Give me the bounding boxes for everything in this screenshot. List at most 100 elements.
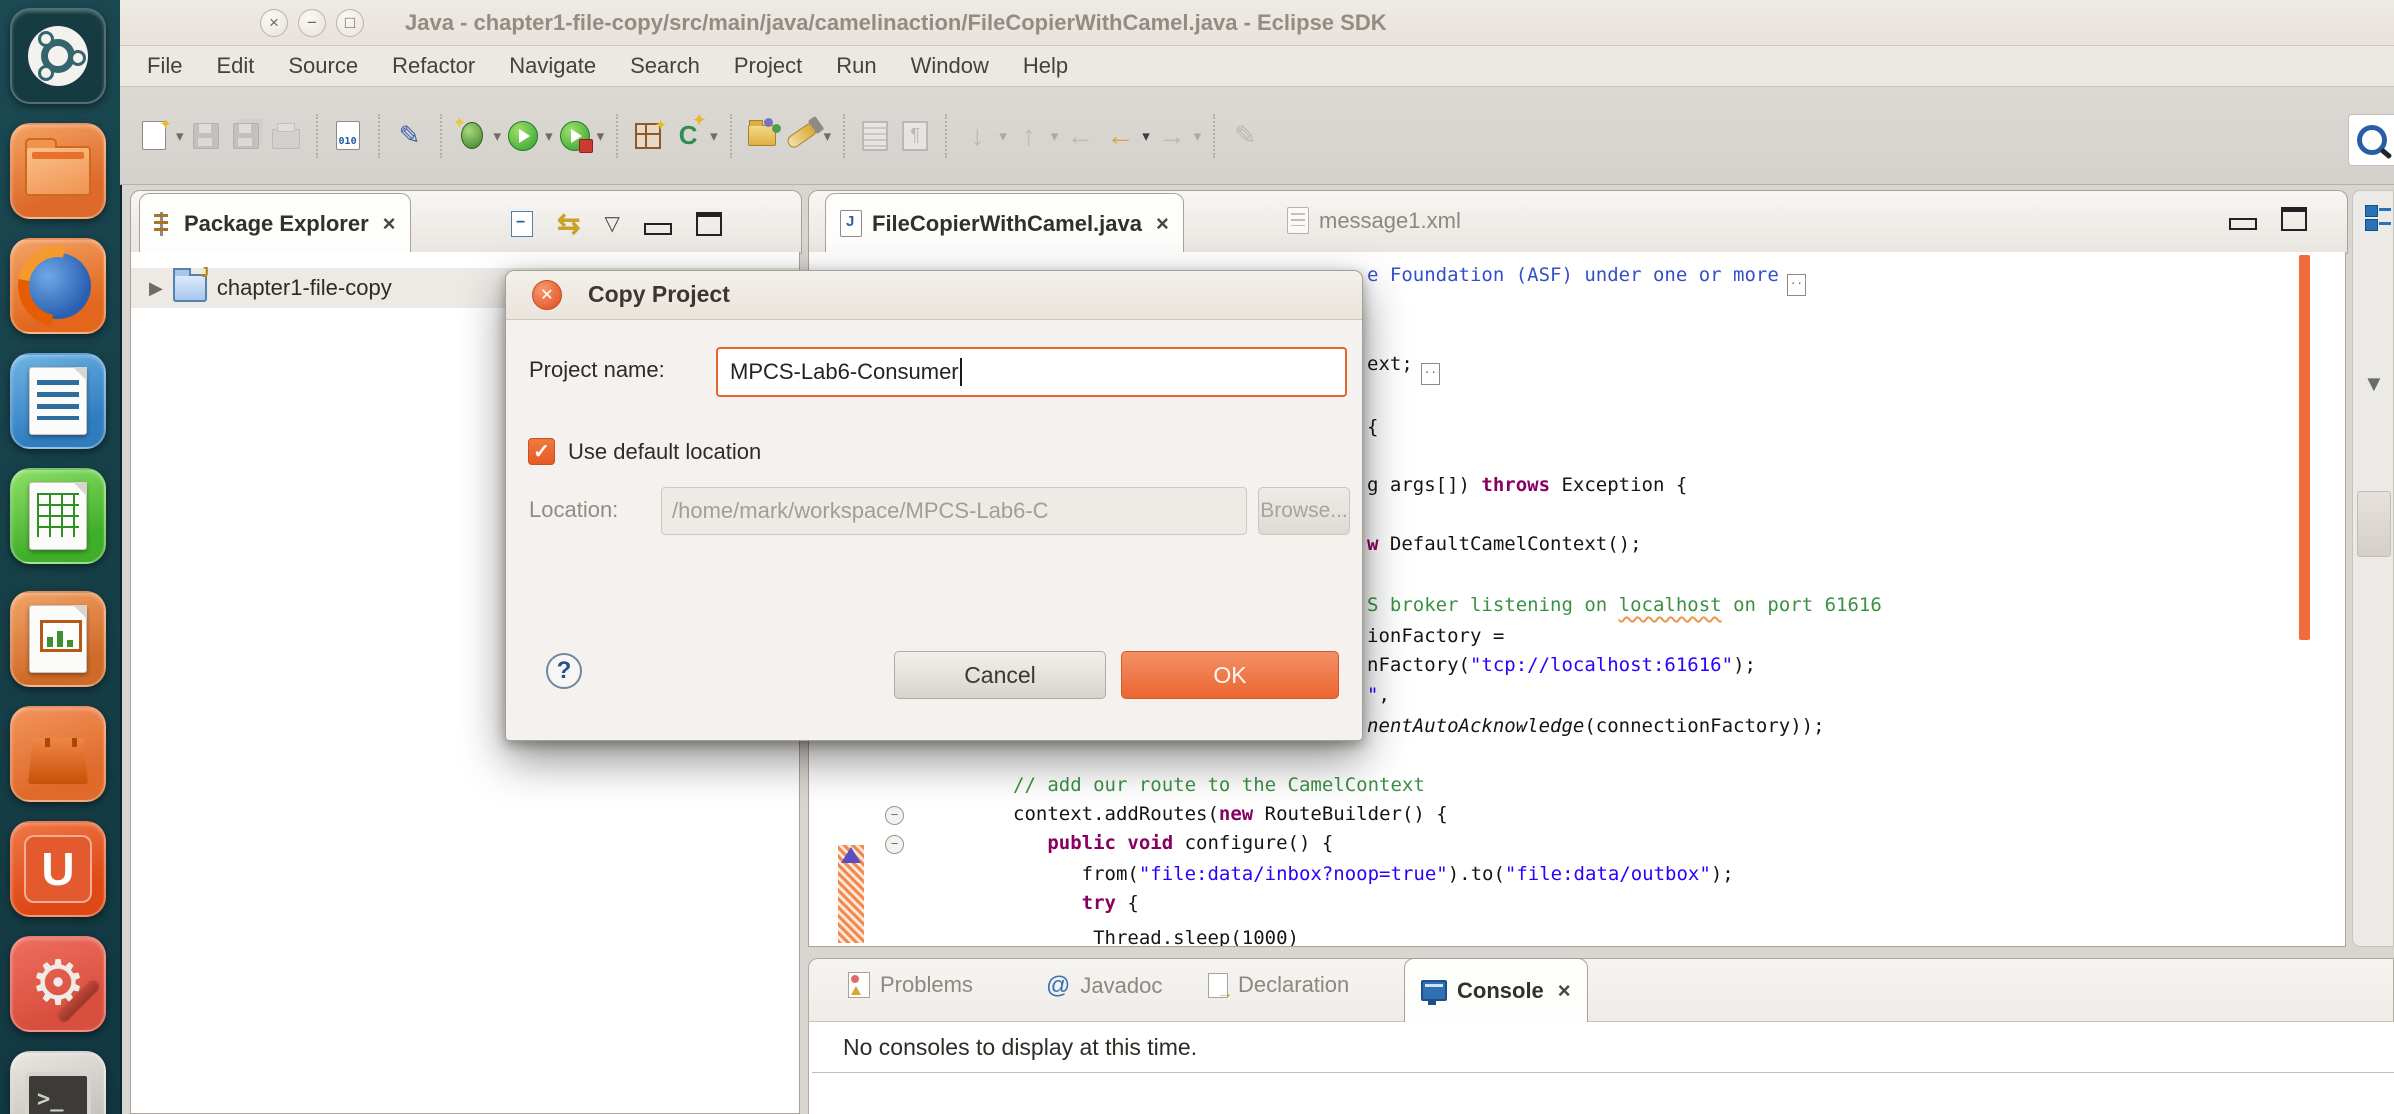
menu-item-edit[interactable]: Edit [199, 49, 271, 83]
help-button[interactable]: ? [546, 653, 582, 689]
console-tab-problems[interactable]: Problems [848, 972, 973, 998]
screen: U ⚙ >_ × − □ Java - chapter1-file-copy/s… [0, 0, 2394, 1114]
location-label: Location: [529, 497, 618, 523]
format-icon[interactable]: ¶ [898, 119, 932, 153]
open-type-icon[interactable] [745, 119, 779, 153]
save-icon[interactable] [189, 119, 223, 153]
show-source-icon[interactable] [858, 119, 892, 153]
window-close-button[interactable]: × [260, 9, 288, 37]
new-wizard-dropdown-icon[interactable]: ▾ [176, 127, 184, 145]
pin-editor-icon[interactable]: ✎ [1228, 119, 1262, 153]
debug-icon[interactable]: ✦ [455, 119, 489, 153]
new-java-project-icon[interactable]: ✦ [631, 119, 665, 153]
menu-item-source[interactable]: Source [271, 49, 375, 83]
binary-file-icon[interactable]: 010 [331, 119, 365, 153]
window-maximize-button[interactable]: □ [336, 9, 364, 37]
fold-collapse-icon[interactable]: − [885, 835, 904, 854]
console-message: No consoles to display at this time. [843, 1034, 1197, 1061]
save-all-icon[interactable] [229, 119, 263, 153]
menu-item-refactor[interactable]: Refactor [375, 49, 492, 83]
back-dropdown-icon[interactable]: ▾ [1142, 127, 1150, 145]
java-file-icon [840, 210, 862, 237]
close-view-icon[interactable]: × [383, 211, 396, 237]
files-icon[interactable] [10, 123, 106, 219]
firefox-icon[interactable] [10, 238, 106, 334]
back-icon[interactable]: ← [1103, 119, 1137, 153]
new-class-dropdown-icon[interactable]: ▾ [710, 127, 718, 145]
mark-occurrences-icon[interactable]: ✎ [393, 119, 427, 153]
forward-dropdown-icon[interactable]: ▾ [1194, 127, 1202, 145]
editor-tab-header: FileCopierWithCamel.java × message1.xml [808, 190, 2348, 254]
software-center-icon[interactable] [10, 706, 106, 802]
project-name-input[interactable]: MPCS-Lab6-Consumer [716, 347, 1347, 397]
link-with-editor-icon[interactable]: ⇆ [557, 207, 580, 240]
toolbar-search-box[interactable] [2348, 114, 2394, 166]
next-annotation-dropdown-icon[interactable]: ▾ [999, 127, 1007, 145]
ok-button[interactable]: OK [1121, 651, 1339, 699]
previous-annotation-icon[interactable]: ↑ [1012, 119, 1046, 153]
menu-item-help[interactable]: Help [1006, 49, 1085, 83]
editor-overview-ruler[interactable] [2299, 255, 2310, 640]
code-line: public void configure() { [1013, 830, 1333, 857]
outline-view-icon[interactable] [2365, 205, 2391, 231]
maximize-editor-icon[interactable] [2281, 207, 2307, 231]
menu-item-project[interactable]: Project [717, 49, 819, 83]
close-tab-icon[interactable]: × [1156, 211, 1169, 237]
copy-project-dialog: ✕ Copy Project Project name: MPCS-Lab6-C… [505, 270, 1363, 741]
libreoffice-impress-icon[interactable] [10, 591, 106, 687]
expand-arrow-icon[interactable]: ▶ [149, 278, 163, 299]
terminal-icon[interactable]: >_ [10, 1051, 106, 1114]
system-settings-icon[interactable]: ⚙ [10, 936, 106, 1032]
cancel-button[interactable]: Cancel [894, 651, 1106, 699]
console-tab-declaration[interactable]: Declaration [1208, 972, 1349, 998]
menu-item-file[interactable]: File [130, 49, 199, 83]
tab-message1-xml[interactable]: message1.xml [1287, 207, 1461, 234]
ubuntu-logo-icon [28, 26, 88, 86]
strip-scrollbar-thumb[interactable] [2357, 491, 2391, 557]
libreoffice-writer-icon[interactable] [10, 353, 106, 449]
menu-item-navigate[interactable]: Navigate [492, 49, 613, 83]
java-search-dropdown-icon[interactable]: ▾ [824, 127, 832, 145]
forward-icon[interactable]: → [1155, 119, 1189, 153]
previous-annotation-dropdown-icon[interactable]: ▾ [1051, 127, 1059, 145]
project-name-label: Project name: [529, 357, 665, 383]
new-wizard-icon[interactable]: ✦ [137, 119, 171, 153]
collapse-all-icon[interactable] [511, 211, 533, 237]
fold-collapse-icon[interactable]: − [885, 806, 904, 825]
run-external-icon[interactable] [558, 119, 592, 153]
next-annotation-icon[interactable]: ↓ [960, 119, 994, 153]
run-external-dropdown-icon[interactable]: ▾ [597, 127, 605, 145]
tab-package-explorer[interactable]: Package Explorer × [139, 193, 411, 253]
ubuntu-dash-icon[interactable] [10, 8, 106, 104]
ubuntu-one-icon[interactable]: U [10, 821, 106, 917]
minimize-view-icon[interactable] [644, 223, 672, 235]
tab-filecopierwithcamel-java[interactable]: FileCopierWithCamel.java × [825, 193, 1184, 253]
use-default-location-checkbox[interactable]: ✓ [528, 438, 555, 465]
close-view-icon[interactable]: × [1558, 978, 1571, 1004]
last-edit-location-icon[interactable]: ← [1063, 119, 1097, 153]
window-minimize-button[interactable]: − [298, 9, 326, 37]
debug-dropdown-icon[interactable]: ▾ [494, 127, 502, 145]
minimize-editor-icon[interactable] [2229, 218, 2257, 230]
libreoffice-calc-icon[interactable] [10, 468, 106, 564]
run-dropdown-icon[interactable]: ▾ [545, 127, 553, 145]
maximize-view-icon[interactable] [696, 212, 722, 236]
menu-item-run[interactable]: Run [819, 49, 893, 83]
view-menu-icon[interactable]: ▽ [604, 211, 619, 236]
browse-button[interactable]: Browse... [1258, 487, 1350, 535]
run-icon[interactable] [506, 119, 540, 153]
strip-dropdown-icon[interactable]: ▼ [2363, 371, 2385, 397]
code-line: // add our route to the CamelContext [1013, 772, 1425, 799]
menu-item-window[interactable]: Window [894, 49, 1006, 83]
dialog-close-icon[interactable]: ✕ [532, 280, 562, 310]
new-class-icon[interactable]: C✦ [671, 119, 705, 153]
menu-item-search[interactable]: Search [613, 49, 717, 83]
gutter-triangle-icon [841, 847, 861, 863]
print-icon[interactable] [269, 119, 303, 153]
console-tab-console[interactable]: Console× [1404, 958, 1588, 1022]
package-explorer-header: Package Explorer × ⇆ ▽ [130, 190, 802, 254]
tree-item-project[interactable]: ▶ chapter1-file-copy [149, 274, 392, 302]
dialog-titlebar[interactable]: ✕ Copy Project [506, 271, 1362, 320]
console-tab-javadoc[interactable]: @Javadoc [1046, 972, 1162, 1000]
java-search-icon[interactable] [785, 119, 819, 153]
